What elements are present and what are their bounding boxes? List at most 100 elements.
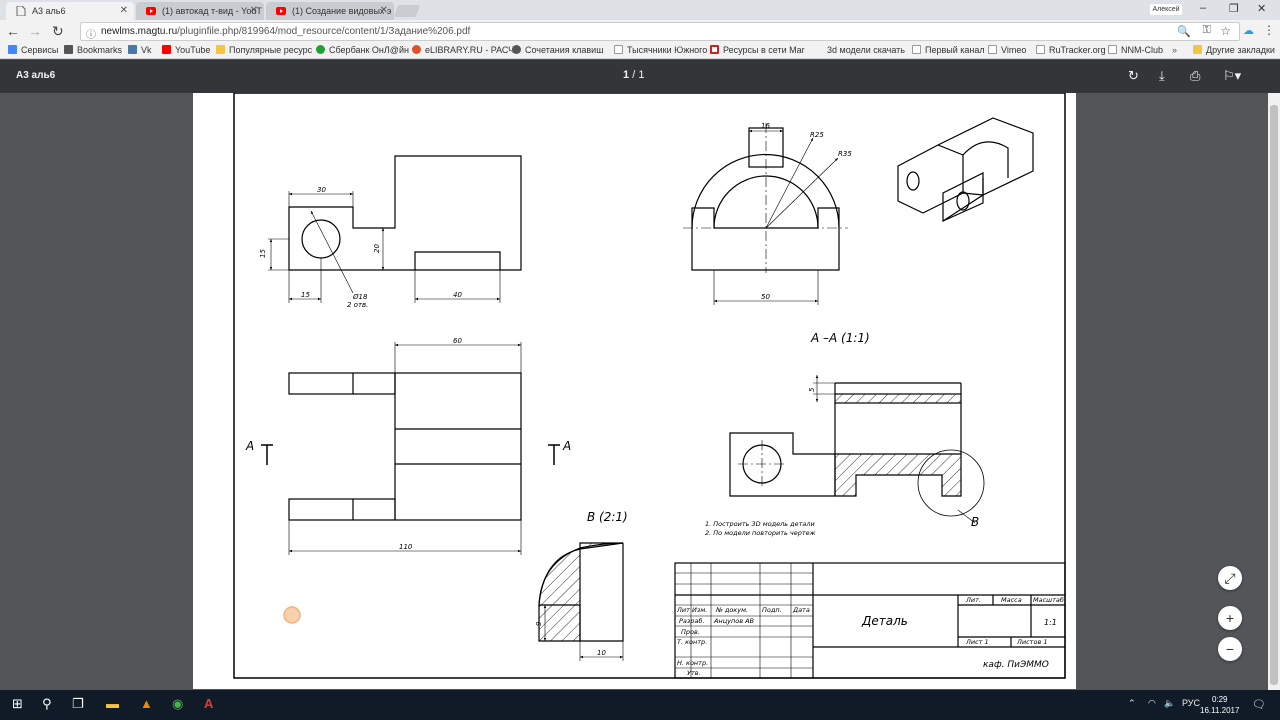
section-marker-left: А — [245, 439, 254, 453]
sberbank-icon — [316, 45, 325, 54]
language-indicator[interactable]: РУС — [1182, 698, 1200, 708]
stamp-nkontr: Н. контр. — [677, 659, 708, 667]
print-icon[interactable]: ⎙ — [1190, 68, 1200, 84]
network-icon[interactable]: ◠ — [1148, 698, 1156, 709]
youtube-icon — [162, 45, 171, 54]
front-view — [691, 127, 840, 271]
bookmark-item[interactable]: NNM-Club — [1108, 45, 1163, 55]
vk-icon — [128, 45, 137, 54]
windows-start-icon[interactable]: ⊞ — [12, 696, 23, 712]
stamp-prov: Пров. — [681, 628, 700, 636]
stamp-date: Дата — [792, 606, 810, 614]
stamp-izm: Изм. — [692, 606, 707, 614]
reload-button[interactable]: ↻ — [52, 23, 64, 39]
document-icon — [16, 5, 26, 17]
more-bookmarks-icon[interactable]: » — [1172, 45, 1177, 55]
page-indicator: 1 / 1 — [623, 69, 645, 81]
section-view — [729, 382, 985, 517]
download-icon[interactable]: ⤓ — [1159, 68, 1165, 84]
scrollbar-thumb[interactable] — [1270, 105, 1278, 685]
bookmark-item[interactable]: RuTracker.org — [1036, 45, 1106, 55]
note-1: 1. Построить 3D модель детали — [705, 520, 815, 528]
page-current[interactable]: 1 — [623, 69, 629, 81]
autocad-icon[interactable]: A — [204, 696, 213, 711]
restore-button[interactable]: ❐ — [1229, 2, 1239, 15]
side-view-dims — [268, 191, 501, 303]
bookmark-item[interactable]: Популярные ресурс — [216, 45, 312, 55]
menu-icon[interactable]: ⋮ — [1263, 23, 1275, 37]
apps-icon — [8, 45, 17, 54]
tab-pdf[interactable]: А3 аль6 ✕ — [6, 2, 134, 20]
bookmark-item[interactable]: Сбербанк ОнЛ@йн — [316, 45, 409, 55]
bookmark-item[interactable]: Тысячники Южного — [614, 45, 707, 55]
rotate-icon[interactable]: ↻ — [1128, 68, 1139, 84]
bookmark-item[interactable]: YouTube — [162, 45, 210, 55]
notifications-icon[interactable]: 🗨 — [1252, 698, 1266, 711]
star-icon[interactable]: ☆ — [1220, 24, 1231, 38]
close-icon[interactable]: ✕ — [250, 5, 258, 16]
back-button[interactable]: ← — [6, 23, 20, 39]
profile-button[interactable]: Алексей — [1150, 4, 1182, 15]
address-host: newlms.magtu.ru — [101, 26, 178, 37]
bookmark-item[interactable]: Ресурсы в сети Mar — [710, 45, 805, 55]
search-icon[interactable]: 🔍 — [1177, 25, 1191, 38]
vlc-icon[interactable]: ▲ — [140, 696, 153, 711]
bookmarks-bar: Сервисы Bookmarks Vk YouTube Популярные … — [0, 43, 1280, 59]
dim-60: 60 — [453, 337, 462, 345]
bookmark-item[interactable]: Bookmarks — [64, 45, 122, 55]
clock[interactable]: 0:29 16.11.2017 — [1200, 694, 1239, 716]
drawing-frame — [233, 93, 1066, 679]
stamp-col-lit: Лит. — [965, 596, 981, 604]
dim-40: 40 — [453, 291, 462, 299]
tab-youtube-1[interactable]: (1) автокад т-вид - YouT ✕ — [136, 2, 264, 20]
bookmark-item[interactable]: Vimeo — [988, 45, 1026, 55]
file-explorer-icon[interactable]: ▬ — [106, 696, 119, 711]
key-icon[interactable]: ⚿ — [1203, 24, 1211, 37]
stamp-sheet: Лист 1 — [965, 638, 989, 646]
dim-20: 20 — [373, 244, 381, 253]
zoom-in-button[interactable]: + — [1218, 606, 1242, 630]
pdf-title: А3 аль6 — [16, 70, 56, 81]
dim-15: 15 — [301, 291, 310, 299]
dim-r35: R35 — [838, 150, 852, 158]
page-icon — [1036, 45, 1045, 54]
info-icon[interactable]: ⓘ — [86, 26, 96, 41]
tray-up-icon[interactable]: ⌃ — [1128, 698, 1136, 709]
page-icon — [1108, 45, 1117, 54]
bookmark-icon[interactable]: ⚐▾ — [1223, 68, 1241, 84]
scrollbar[interactable] — [1268, 93, 1280, 690]
bookmark-item[interactable]: Сочетания клавиш — [512, 45, 603, 55]
cursor-highlight — [283, 606, 301, 624]
search-icon[interactable]: ⚲ — [42, 696, 52, 712]
detail-view — [538, 542, 624, 642]
tab-youtube-2[interactable]: (1) Создание видовых э ✕ — [266, 2, 394, 20]
apple-icon — [512, 45, 521, 54]
bookmark-item[interactable]: Сервисы — [8, 45, 58, 55]
chrome-icon[interactable]: ◉ — [172, 696, 183, 712]
bookmark-item[interactable]: eLIBRARY.RU - РАСЧ — [412, 45, 514, 55]
minimize-button[interactable]: – — [1200, 2, 1206, 14]
cloud-icon[interactable]: ☁ — [1243, 24, 1254, 37]
tab-label: А3 аль6 — [32, 6, 66, 16]
bookmark-item[interactable]: Первый канал — [912, 45, 985, 55]
youtube-icon — [146, 6, 156, 16]
bookmark-item[interactable]: Vk — [128, 45, 152, 55]
close-icon[interactable]: ✕ — [380, 5, 388, 16]
task-view-icon[interactable]: ❐ — [72, 696, 84, 712]
side-view — [288, 155, 522, 271]
fit-page-button[interactable]: ⤢ — [1218, 566, 1242, 590]
bookmark-item[interactable]: 3d модели скачать — [814, 45, 905, 55]
bookmark-other[interactable]: Другие закладки — [1193, 45, 1275, 55]
new-tab-button[interactable] — [393, 5, 421, 17]
close-icon[interactable]: ✕ — [120, 5, 128, 16]
dim-9: 9 — [535, 621, 543, 626]
stamp-utv: Утв. — [687, 669, 701, 677]
zoom-out-button[interactable]: − — [1218, 637, 1242, 661]
dim-hole: Ø18 — [352, 293, 368, 301]
address-bar[interactable]: ⓘ newlms.magtu.ru/pluginfile.php/819964/… — [80, 22, 1240, 41]
star-icon — [64, 45, 73, 54]
forward-button[interactable]: → — [28, 23, 42, 39]
close-window-button[interactable]: ✕ — [1257, 2, 1266, 15]
front-view-dims — [683, 123, 848, 305]
volume-icon[interactable]: 🔈 — [1164, 698, 1175, 709]
